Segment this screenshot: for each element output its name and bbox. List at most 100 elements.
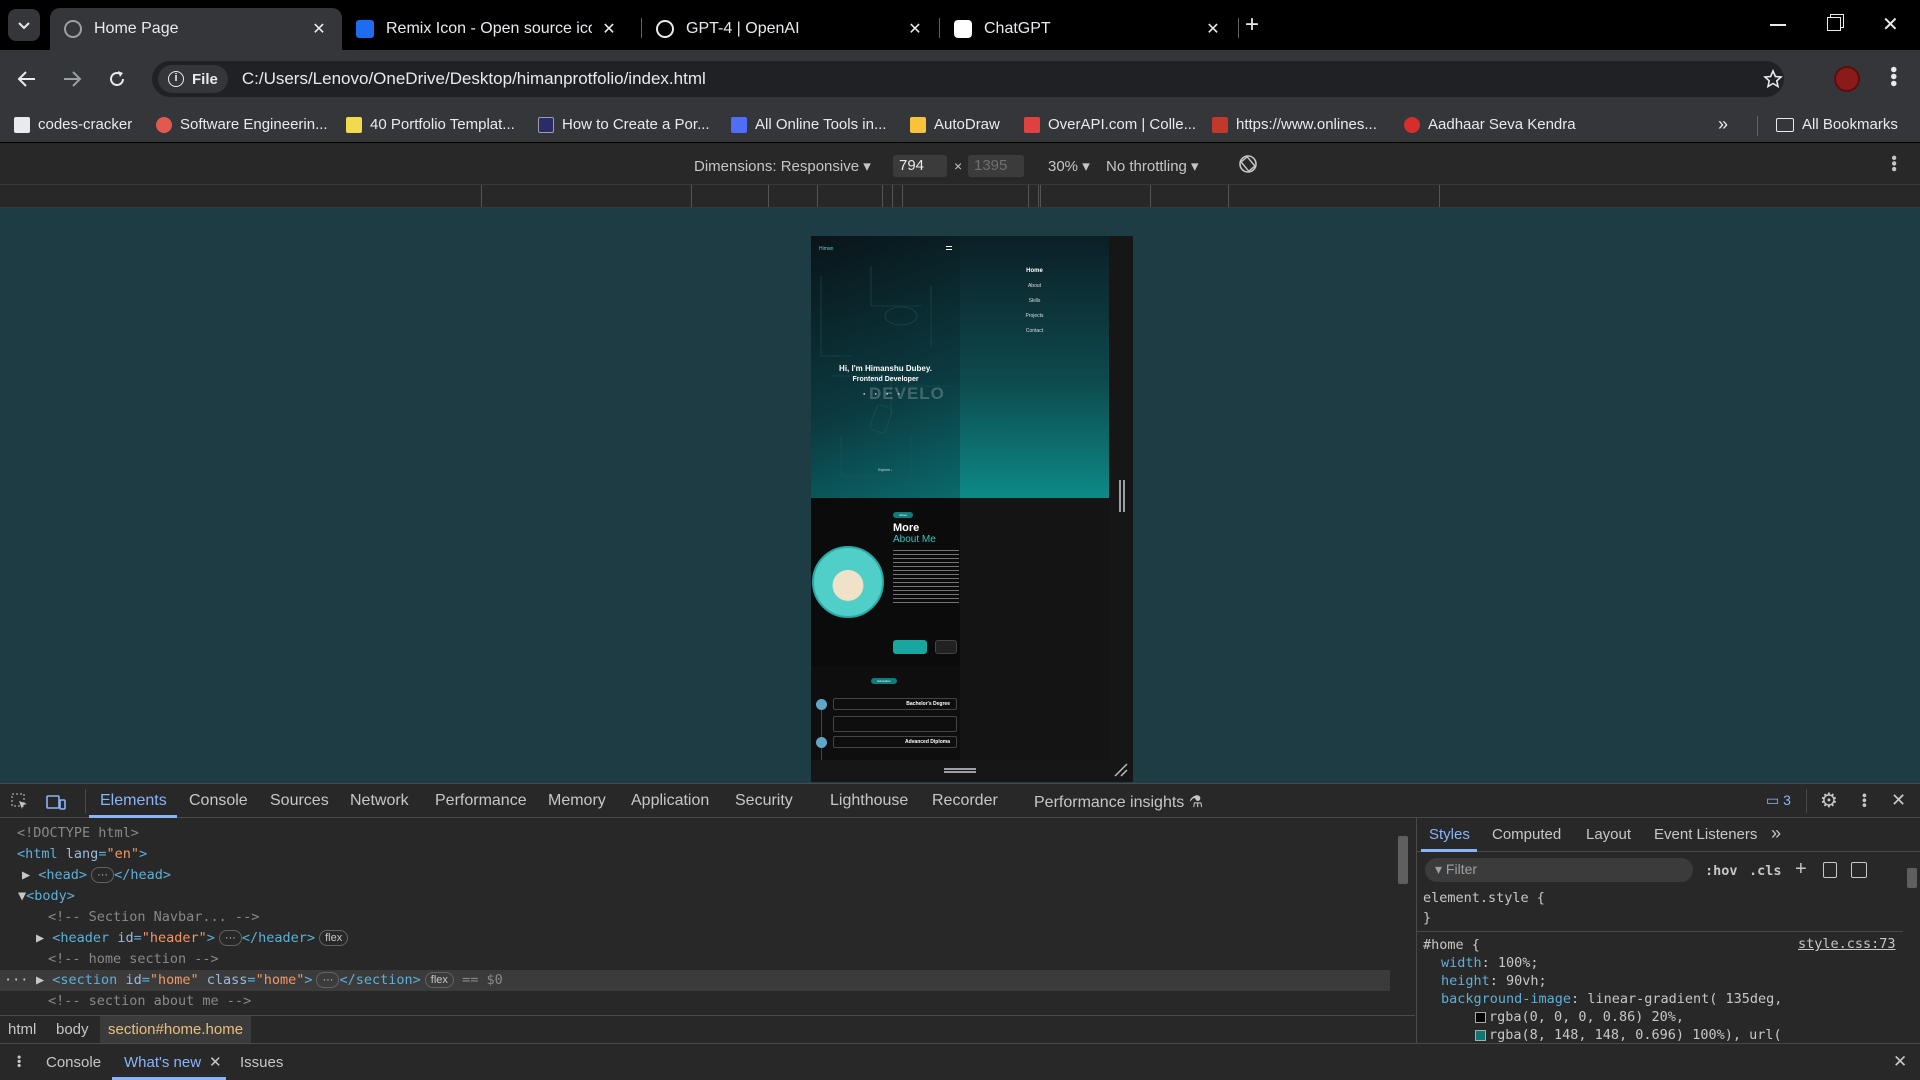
menu-item-skills[interactable]: Skills (960, 298, 1109, 304)
hero-social-links[interactable]: ● ● ● ● (863, 391, 904, 396)
all-bookmarks-button[interactable]: All Bookmarks (1776, 116, 1898, 133)
rotate-icon[interactable] (1237, 153, 1259, 175)
bookmark-item[interactable]: codes-cracker (14, 116, 132, 133)
close-drawer-icon[interactable]: ✕ (1893, 1052, 1907, 1072)
doctype-line[interactable]: <!DOCTYPE html> (0, 823, 1390, 844)
address-bar[interactable]: i File C:/Users/Lenovo/OneDrive/Desktop/… (152, 61, 1784, 97)
device-toggle-icon[interactable] (46, 793, 66, 811)
bookmark-item[interactable]: How to Create a Por... (538, 116, 710, 133)
css-property-height[interactable]: height: 90vh; (1423, 972, 1903, 990)
corner-resize-icon[interactable] (1113, 762, 1129, 778)
bookmark-item[interactable]: Aadhaar Seva Kendra (1404, 116, 1576, 133)
header-node[interactable]: ▶ <header id="header"> ··· </header> flex (0, 928, 1390, 949)
comment-home[interactable]: <!-- home section --> (0, 949, 1390, 970)
section-home-node-selected[interactable]: ··· ▶ <section id="home" class="home"> ···… (0, 970, 1390, 991)
device-toolbar-menu-icon[interactable]: ••• (1885, 155, 1902, 172)
site-logo[interactable]: Himan (819, 246, 833, 252)
bookmark-item[interactable]: AutoDraw (910, 116, 1000, 133)
bookmark-item[interactable]: OverAPI.com | Colle... (1024, 116, 1196, 133)
url-text[interactable]: C:/Users/Lenovo/OneDrive/Desktop/himanpr… (242, 69, 706, 89)
bookmark-star-icon[interactable] (1763, 69, 1783, 89)
tab-console[interactable]: Console (189, 792, 248, 810)
tab-layout[interactable]: Layout (1586, 826, 1631, 843)
close-tab-icon[interactable]: ✕ (1204, 19, 1222, 39)
more-actions-icon[interactable]: ··· (4, 970, 28, 991)
css-property-background-image[interactable]: background-image: linear-gradient( 135de… (1423, 990, 1903, 1008)
color-swatch[interactable] (1475, 1011, 1486, 1023)
menu-item-home[interactable]: Home (960, 268, 1109, 274)
explore-link[interactable]: Explore ↓ (811, 468, 960, 472)
tab-application[interactable]: Application (631, 792, 709, 810)
media-query-ruler[interactable] (0, 184, 1920, 208)
menu-item-contact[interactable]: Contact (960, 328, 1109, 334)
hov-toggle[interactable]: :hov (1705, 863, 1738, 879)
tab-styles[interactable]: Styles (1429, 826, 1470, 843)
comment-about[interactable]: <!-- section about me --> (0, 991, 1390, 1012)
home-rule[interactable]: #home { width: 100%; height: 90vh; backg… (1423, 936, 1903, 1043)
height-input[interactable]: 1395 (968, 155, 1024, 177)
html-node[interactable]: <html lang="en"> (0, 844, 1390, 865)
elements-scrollbar[interactable] (1396, 822, 1410, 1026)
styles-scrollbar[interactable] (1905, 854, 1919, 1043)
tab-memory[interactable]: Memory (548, 792, 606, 810)
profile-avatar[interactable] (1834, 66, 1860, 92)
more-tabs-icon[interactable]: » (1771, 823, 1781, 844)
expand-arrow-icon[interactable]: ▶ (22, 867, 38, 883)
inspect-element-icon[interactable] (11, 793, 29, 811)
menu-item-projects[interactable]: Projects (960, 313, 1109, 319)
throttling-dropdown[interactable]: No throttling ▾ (1106, 157, 1199, 175)
minimize-icon[interactable] (1770, 24, 1786, 26)
cls-toggle[interactable]: .cls (1749, 863, 1782, 879)
drawer-tab-whats-new[interactable]: What's new (124, 1054, 201, 1071)
sidebar-toggle-icon[interactable] (1851, 862, 1867, 878)
site-info-chip[interactable]: i File (158, 65, 228, 93)
more-bookmarks-icon[interactable]: » (1718, 114, 1728, 135)
bookmark-item[interactable]: All Online Tools in... (731, 116, 886, 133)
tab-lighthouse[interactable]: Lighthouse (830, 792, 908, 810)
tab-performance-insights[interactable]: Performance insights ⚗ (1034, 792, 1203, 812)
breadcrumb-section[interactable]: section#home.home (100, 1016, 252, 1043)
close-window-icon[interactable]: ✕ (1882, 12, 1899, 37)
tab-gpt4-openai[interactable]: GPT-4 | OpenAI ✕ (642, 8, 938, 50)
drawer-tab-console[interactable]: Console (46, 1054, 101, 1071)
reload-icon[interactable] (107, 69, 127, 89)
tab-computed[interactable]: Computed (1492, 826, 1561, 843)
breadcrumb-html[interactable]: html (8, 1021, 36, 1038)
gradient-stop-1[interactable]: rgba(0, 0, 0, 0.86) 20%, (1423, 1008, 1903, 1026)
styles-filter-input[interactable]: ▾ Filter (1425, 858, 1693, 882)
bookmark-item[interactable]: Software Engineerin... (156, 116, 328, 133)
close-tab-icon[interactable]: ✕ (906, 19, 924, 39)
breadcrumb-body[interactable]: body (56, 1021, 89, 1038)
element-style-rule[interactable]: element.style { } (1423, 888, 1545, 928)
rule-source-link[interactable]: style.css:73 (1798, 936, 1896, 952)
new-tab-icon[interactable]: + (1245, 11, 1259, 39)
dimensions-dropdown[interactable]: Dimensions: Responsive ▾ (694, 157, 871, 175)
back-arrow-icon[interactable] (17, 70, 37, 88)
dom-tree[interactable]: <!DOCTYPE html> <html lang="en"> ▶ <head… (0, 819, 1400, 1030)
tab-home-page[interactable]: Home Page ✕ (50, 8, 342, 50)
forward-arrow-icon[interactable] (62, 70, 82, 88)
bookmark-item[interactable]: https://www.onlines... (1212, 116, 1377, 133)
width-input[interactable]: 794 (893, 155, 947, 177)
drawer-tab-issues[interactable]: Issues (240, 1054, 283, 1071)
tab-chatgpt[interactable]: ChatGPT ✕ (940, 8, 1236, 50)
drawer-menu-icon[interactable]: ••• (12, 1055, 26, 1068)
settings-gear-icon[interactable]: ⚙ (1820, 788, 1838, 813)
tab-search-button[interactable] (8, 9, 40, 41)
zoom-dropdown[interactable]: 30% ▾ (1048, 157, 1090, 175)
close-drawer-tab-icon[interactable]: ✕ (209, 1053, 222, 1071)
gradient-stop-2[interactable]: rgba(8, 148, 148, 0.696) 100%), url( (1423, 1026, 1903, 1043)
about-button[interactable] (893, 640, 927, 654)
close-tab-icon[interactable]: ✕ (600, 19, 618, 39)
collapse-arrow-icon[interactable]: ▼ (18, 888, 26, 904)
close-devtools-icon[interactable]: ✕ (1891, 790, 1906, 811)
right-resize-handle[interactable] (1119, 480, 1125, 512)
tab-security[interactable]: Security (735, 792, 793, 810)
tab-sources[interactable]: Sources (270, 792, 329, 810)
tab-event-listeners[interactable]: Event Listeners (1654, 826, 1757, 843)
about-secondary-button[interactable] (935, 640, 957, 654)
bookmark-item[interactable]: 40 Portfolio Templat... (346, 116, 515, 133)
tab-network[interactable]: Network (350, 792, 409, 810)
tab-recorder[interactable]: Recorder (932, 792, 998, 810)
menu-item-about[interactable]: About (960, 283, 1109, 289)
